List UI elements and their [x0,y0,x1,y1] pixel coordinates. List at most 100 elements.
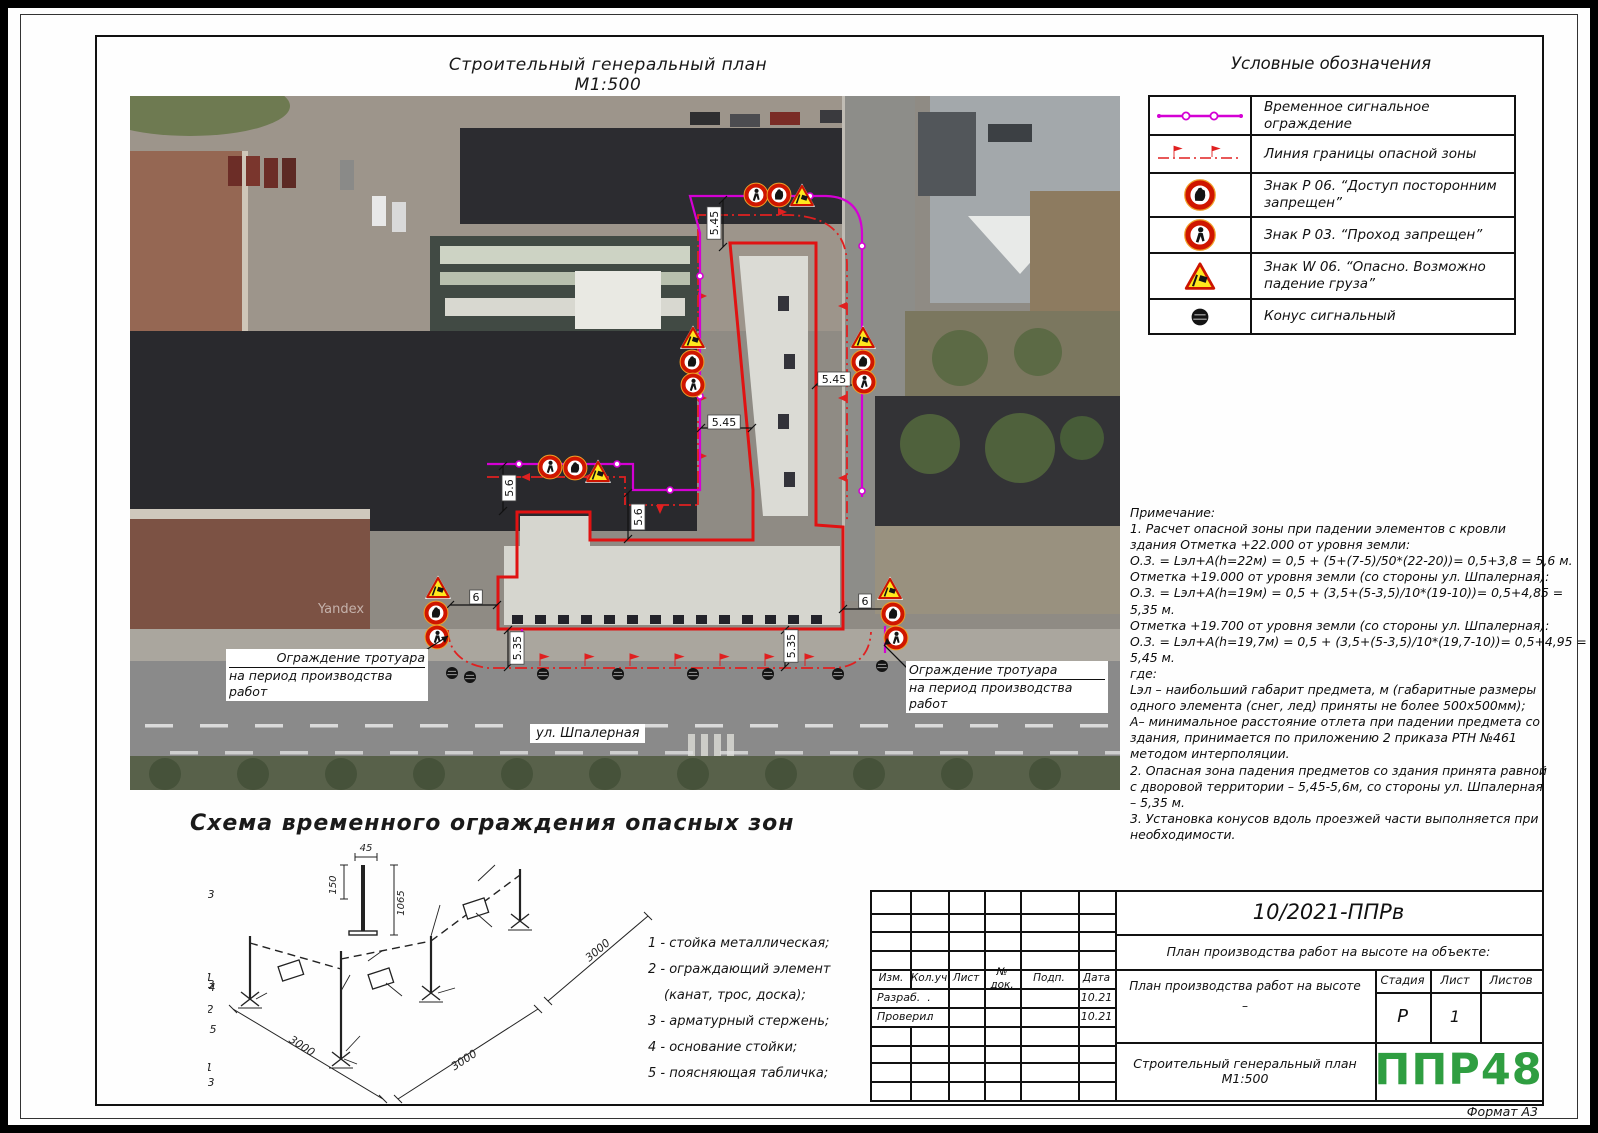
note-line: 3. Установка конусов вдоль проезжей част… [1130,811,1524,827]
svg-text:3000: 3000 [287,1033,318,1059]
title-block-cell: План производства работ на высоте [1115,974,1375,998]
note-line: здания Отметка +22.000 от уровня земли: [1130,537,1524,553]
title-block-cell: – [1115,996,1375,1016]
legend-row-label: Знак Р 03. “Проход запрещен” [1252,218,1514,252]
title-block-cell: Кол.уч [910,969,948,988]
svg-text:150: 150 [328,875,339,894]
note-line: с дворовой территории – 5,45-5,6м, со ст… [1130,779,1524,795]
signal-cone-icon [1150,300,1252,333]
svg-text:2: 2 [208,1003,214,1016]
note-line: О.З. = Lэл+А(h=22м) = 0,5 + (5+(7-5)/50*… [1130,553,1524,569]
note-line: одного элемента (снег, лед) приняты не б… [1130,698,1524,714]
sign-w06-icon [1150,254,1252,298]
legend-row: Временное сигнальное ограждение [1150,97,1514,136]
legend-title: Условные обозначения [1148,54,1514,73]
schema-legend-line: 1 - стойка металлическая; [648,931,898,957]
legend-row: Конус сигнальный [1150,300,1514,333]
note-line: О.З. = Lэл+А(h=19м) = 0,5 + (3,5+(5-3,5)… [1130,585,1524,601]
svg-text:3000: 3000 [449,1047,480,1073]
title-block-cell [1480,992,1542,1042]
svg-text:5.45: 5.45 [712,416,737,429]
title-block-cell: . [910,1007,948,1026]
drawing-sheet: Строительный генеральный план М1:500 5.4… [8,8,1590,1125]
svg-text:5.6: 5.6 [503,479,516,497]
sign-p06-icon [1150,174,1252,216]
title-block-cell: Изм. [872,969,910,988]
title-block-cell: 10.21 [1078,988,1115,1007]
legend-row: Знак Р 06. “Доступ посторонним запрещен” [1150,174,1514,218]
note-line: 2. Опасная зона падения предметов со зда… [1130,763,1524,779]
schema-legend-line: 2 - ограждающий элемент [648,957,898,983]
title-block: Изм.Кол.учЛист№ док.Подп.ДатаРазраб..10.… [870,890,1544,1102]
legend-row-label: Конус сигнальный [1252,300,1514,333]
note-line: 1. Расчет опасной зоны при падении элеме… [1130,521,1524,537]
svg-text:3: 3 [208,978,215,991]
title-block-cell: Стадия [1375,969,1430,992]
callout-line1: Ограждение тротуара [229,650,425,668]
plan-title: Строительный генеральный план М1:500 [428,55,788,95]
note-line: 5,35 м. [1130,602,1524,618]
legend-table: Временное сигнальное ограждениеЛиния гра… [1148,95,1516,335]
magenta-fence-line-icon [1150,97,1252,134]
legend-row: Линия границы опасной зоны [1150,136,1514,174]
legend-row-label: Знак W 06. “Опасно. Возможно падение гру… [1252,254,1514,298]
fence-schema-legend: 1 - стойка металлическая;2 - ограждающий… [648,931,898,1087]
sign-p03-icon [1150,218,1252,252]
note-line: Lэл – наибольший габарит предмета, м (га… [1130,682,1524,698]
callout-line2: на период производства работ [229,668,425,700]
title-block-cell: № док. [984,969,1020,988]
svg-text:5.35: 5.35 [785,634,798,659]
title-block-cell: 10.21 [1078,1007,1115,1026]
note-line: А– минимальное расстояние отлета при пад… [1130,714,1524,730]
legend-row: Знак W 06. “Опасно. Возможно падение гру… [1150,254,1514,300]
svg-text:5.6: 5.6 [632,508,645,526]
svg-text:1: 1 [208,1061,213,1074]
danger-zone-line-icon [1150,136,1252,172]
sidewalk-fence-callout-left: Ограждение тротуара на период производст… [226,649,428,701]
schema-legend-line: (канат, трос, доска); [648,983,898,1009]
legend-row: Знак Р 03. “Проход запрещен” [1150,218,1514,254]
title-block-cell: Дата [1078,969,1115,988]
note-line: – 5,35 м. [1130,795,1524,811]
svg-text:6: 6 [473,591,480,604]
schema-legend-line: 3 - арматурный стержень; [648,1009,898,1035]
note-line: О.З. = Lэл+А(h=19,7м) = 0,5 + (3,5+(5-3,… [1130,634,1524,650]
note-line: методом интерполяции. [1130,746,1524,762]
svg-text:3: 3 [208,888,215,901]
site-plan-map: 5.455.455.455.65.65.355.3566 Yandex Огра… [130,96,1120,790]
fence-schema-drawing: 4515010653000300030001253251343 [208,841,688,1109]
svg-text:5: 5 [210,1023,217,1036]
notes-block: Примечание:1. Расчет опасной зоны при па… [1130,505,1524,843]
title-block-cell: Лист [1430,969,1480,992]
title-block-cell: 1 [1430,992,1480,1042]
note-line: 5,45 м. [1130,650,1524,666]
svg-text:1065: 1065 [396,890,407,915]
title-block-cell: Листов [1480,969,1542,992]
title-block-cell: План производства работ на высоте на объ… [1115,934,1542,969]
title-block-cell: Строительный генеральный план М1:500 [1115,1042,1375,1100]
title-block-cell: . [910,988,948,1007]
svg-text:3: 3 [208,1076,215,1089]
svg-text:6: 6 [862,595,869,608]
legend-row-label: Линия границы опасной зоны [1252,136,1514,172]
title-block-cell: Лист [948,969,984,988]
sidewalk-fence-callout-right: Ограждение тротуара на период производст… [906,661,1108,713]
note-line: необходимости. [1130,827,1524,843]
legend-row-label: Временное сигнальное ограждение [1252,97,1514,134]
schema-legend-line: 4 - основание стойки; [648,1035,898,1061]
fence-schema-title: Схема временного ограждения опасных зон [190,811,794,836]
svg-text:45: 45 [360,843,373,854]
format-label: Формат А3 [1388,1104,1538,1119]
callout-line2: на период производства работ [909,680,1105,712]
fence-schema: Схема временного ограждения опасных зон … [180,803,920,1113]
svg-text:5.35: 5.35 [511,636,524,661]
title-block-cell: 10/2021-ППРв [1115,892,1542,934]
note-line: здания, принимается по приложению 2 прик… [1130,730,1524,746]
legend-row-label: Знак Р 06. “Доступ посторонним запрещен” [1252,174,1514,216]
note-line: где: [1130,666,1524,682]
map-watermark: Yandex [318,602,364,617]
street-name-label: ул. Шпалерная [530,724,645,743]
svg-text:5.45: 5.45 [708,211,721,236]
note-line: Примечание: [1130,505,1524,521]
title-block-cell: Подп. [1020,969,1078,988]
